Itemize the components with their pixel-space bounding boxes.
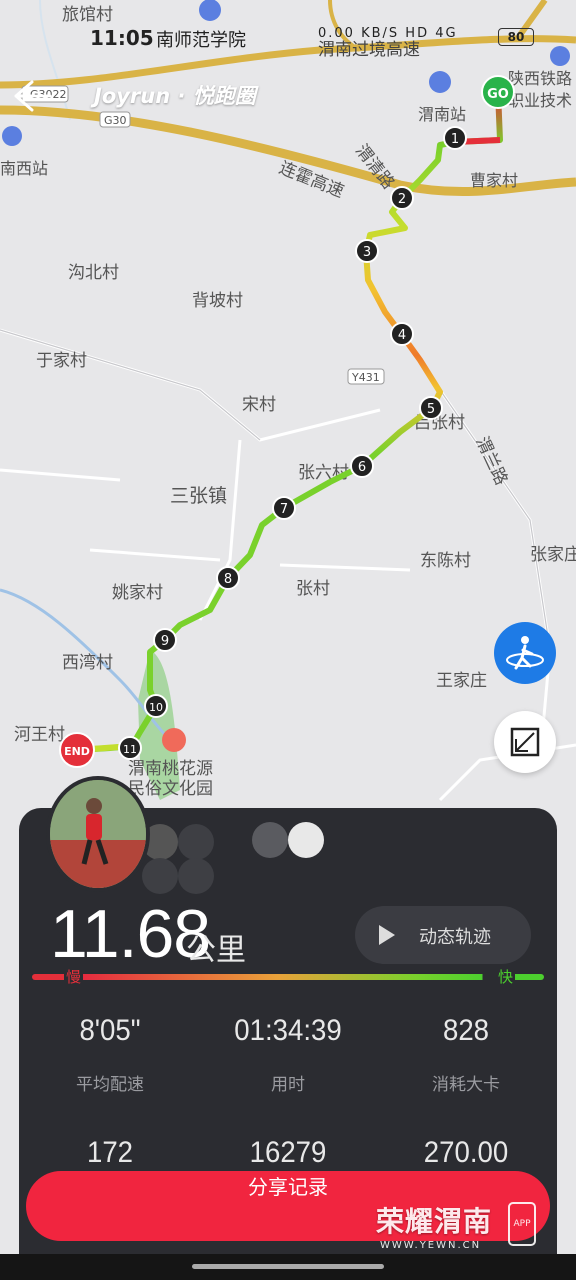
app-brand-logo: Joyrun · 悦跑圈 <box>94 84 256 108</box>
back-arrow-icon <box>14 80 52 112</box>
svg-text:END: END <box>64 745 90 758</box>
stat-label: 消耗大卡 <box>432 1075 500 1095</box>
svg-text:3: 3 <box>363 245 371 260</box>
km-marker-6: 6 <box>350 454 374 478</box>
status-time: 11:05 <box>90 26 154 50</box>
svg-text:曹家村: 曹家村 <box>470 171 518 190</box>
stat-value: 172 <box>86 1136 134 1169</box>
home-indicator[interactable] <box>192 1264 384 1269</box>
km-marker-2: 2 <box>390 186 414 210</box>
svg-text:西湾村: 西湾村 <box>62 653 113 673</box>
svg-text:9: 9 <box>161 634 169 649</box>
svg-text:2: 2 <box>398 192 406 207</box>
stat-value: 828 <box>442 1014 490 1047</box>
svg-text:宋村: 宋村 <box>242 395 276 415</box>
svg-text:职业技术: 职业技术 <box>508 91 572 110</box>
svg-text:6: 6 <box>358 460 366 475</box>
stat-label: 用时 <box>271 1075 305 1095</box>
stat-label: 平均配速 <box>76 1075 144 1095</box>
battery-icon: 80 <box>498 28 534 46</box>
km-marker-9: 9 <box>153 628 177 652</box>
svg-text:张村: 张村 <box>296 579 330 599</box>
stat-elevation: 270.00 <box>376 1136 556 1170</box>
back-button[interactable] <box>12 78 52 114</box>
svg-text:8: 8 <box>224 572 232 587</box>
svg-text:背坡村: 背坡村 <box>192 291 243 311</box>
svg-text:王家庄: 王家庄 <box>436 671 487 691</box>
km-marker-7: 7 <box>272 496 296 520</box>
svg-text:渭南站: 渭南站 <box>418 105 466 124</box>
user-avatar[interactable] <box>46 776 150 892</box>
svg-text:于家村: 于家村 <box>36 351 87 371</box>
stat-cadence: 172 <box>20 1136 200 1170</box>
end-marker: END <box>59 732 95 768</box>
system-nav-bar <box>0 1254 576 1280</box>
stat-avg-pace: 8'05" 平均配速 <box>20 1014 200 1095</box>
svg-text:张家庄: 张家庄 <box>530 545 576 565</box>
map-layer-button[interactable] <box>494 711 556 773</box>
stat-value: 8'05" <box>79 1014 141 1047</box>
km-marker-3: 3 <box>355 239 379 263</box>
svg-text:10: 10 <box>149 701 163 714</box>
stat-duration: 01:34:39 用时 <box>198 1014 378 1095</box>
svg-text:河王村: 河王村 <box>14 725 65 745</box>
avatar-photo <box>50 780 146 888</box>
km-marker-11: 11 <box>118 736 142 760</box>
shield-y431: Y431 <box>351 371 380 384</box>
map-fit-icon <box>510 727 540 757</box>
svg-text:渭南桃花源: 渭南桃花源 <box>128 759 213 779</box>
svg-text:GO: GO <box>487 87 509 102</box>
km-marker-5: 5 <box>419 396 443 420</box>
svg-text:11: 11 <box>123 743 137 756</box>
blurred-user-info <box>142 822 324 894</box>
stat-value: 16279 <box>249 1136 327 1169</box>
svg-text:姚家村: 姚家村 <box>112 583 163 603</box>
km-marker-10: 10 <box>144 694 168 718</box>
app-phone-icon: APP <box>508 1202 536 1246</box>
km-marker-4: 4 <box>390 322 414 346</box>
pace-fast-label: 快 <box>496 966 516 987</box>
shield-g30: G30 <box>104 114 127 127</box>
dynamic-track-label: 动态轨迹 <box>419 927 491 948</box>
svg-text:5: 5 <box>427 402 435 417</box>
svg-text:4: 4 <box>398 328 406 343</box>
svg-text:7: 7 <box>280 502 288 517</box>
svg-text:陕西铁路: 陕西铁路 <box>508 69 572 88</box>
stat-calories: 828 消耗大卡 <box>376 1014 556 1095</box>
status-notification: 南师范学院 <box>156 30 246 51</box>
pace-legend-bar <box>32 974 544 980</box>
km-marker-8: 8 <box>216 566 240 590</box>
km-marker-1: 1 <box>443 126 467 150</box>
svg-text:沟北村: 沟北村 <box>68 263 119 283</box>
stat-value: 270.00 <box>423 1136 509 1169</box>
stat-steps: 16279 <box>198 1136 378 1170</box>
runner-icon <box>506 636 544 670</box>
svg-text:1: 1 <box>451 132 459 147</box>
svg-text:民俗文化园: 民俗文化园 <box>128 779 213 799</box>
svg-text:三张镇: 三张镇 <box>170 485 227 507</box>
status-bar: 11:05 南师范学院 0.00 KB/S HD 4G 80 <box>0 0 576 60</box>
stat-value: 01:34:39 <box>234 1014 342 1047</box>
start-marker: GO <box>481 75 515 109</box>
watermark-logo: 荣耀渭南 WWW.YEWN.CN APP <box>376 1200 536 1251</box>
svg-text:东陈村: 东陈村 <box>420 551 471 571</box>
pace-slow-label: 慢 <box>64 966 84 987</box>
dynamic-track-button[interactable]: 动态轨迹 <box>355 906 531 964</box>
status-net-speed: 0.00 KB/S HD 4G <box>318 26 458 41</box>
play-icon <box>379 925 395 945</box>
distance-unit: 公里 <box>186 933 246 968</box>
runner-mode-button[interactable] <box>494 622 556 684</box>
svg-text:南西站: 南西站 <box>0 159 48 178</box>
